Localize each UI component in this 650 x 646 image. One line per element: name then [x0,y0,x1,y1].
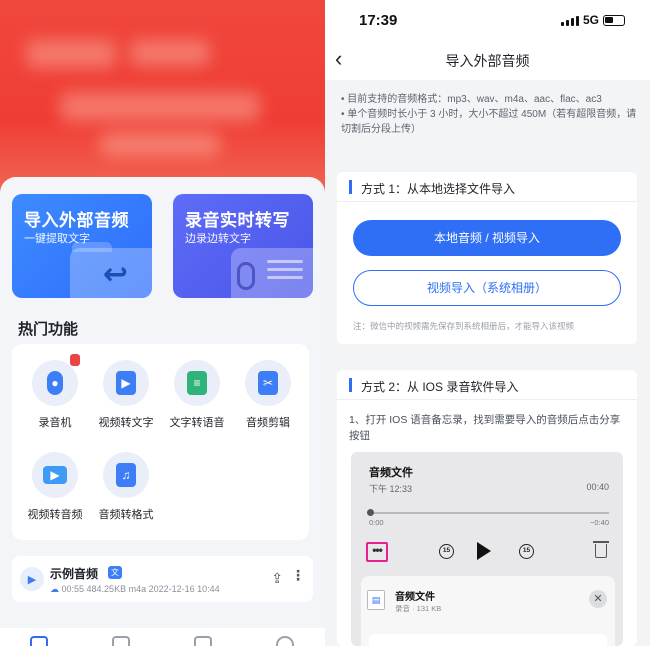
func-label: 音频剪辑 [246,417,290,429]
card-title: 导入外部音频 [24,211,129,230]
bottom-tabbar [0,628,325,646]
profile-tab-icon[interactable] [276,636,294,646]
more-vertical-icon[interactable]: ⋮ [291,568,305,582]
format-notes: • 目前支持的音频格式：mp3、wav、m4a、aac、flac、ac3 • 单… [337,92,637,137]
signal-icon [561,16,579,26]
sample-meta: ☁ 00:55 484.25KB m4a 2022-12-16 10:44 [50,584,220,595]
method2-heading: 方式 2：从 IOS 录音软件导入 [361,380,519,394]
battery-icon [603,15,625,26]
heading-accent [349,180,352,194]
sample-audio-item[interactable]: ▶ 示例音频 文 ☁ 00:55 484.25KB m4a 2022-12-16… [12,556,313,602]
import-audio-card[interactable]: 导入外部音频 一键提取文字 ↩ [12,194,152,298]
method2-header: 方式 2：从 IOS 录音软件导入 [337,370,637,400]
func-text-to-speech[interactable]: ≡ 文字转语音 [161,360,233,430]
album-import-button[interactable]: 视频导入（系统相册） [353,270,621,306]
audio-format-icon: ♫ [103,452,149,498]
elapsed-time: 0:00 [369,518,384,527]
more-highlight-icon: ••• [366,542,388,562]
func-video-to-text[interactable]: ▶ 视频转文字 [90,360,162,430]
left-screen: 导入外部音频 一键提取文字 ↩ 录音实时转写 边录边转文字 热门功能 ● 录音机… [0,0,325,646]
step-1-text: 1、打开 IOS 语音备忘录，找到需要导入的音频后点击分享按钮 [349,414,621,442]
func-recorder[interactable]: ● 录音机 [19,354,91,430]
func-label: 文字转语音 [169,417,225,429]
banner-blur [130,40,210,66]
share-sheet: ▤ 音频文件 录音 · 131 KB ✕ [361,576,615,646]
skip-back-icon: 15 [439,544,454,559]
home-tab-icon[interactable] [30,636,48,646]
play-icon [477,542,491,560]
status-bar: 17:39 5G [325,0,650,44]
hot-functions-title: 热门功能 [18,321,79,338]
share-sheet-row [369,634,607,646]
promo-banner[interactable] [0,0,325,200]
recording-name: 音频文件 [369,467,413,479]
method1-heading: 方式 1：从本地选择文件导入 [361,182,516,196]
card-subtitle: 边录边转文字 [185,233,251,245]
voice-memo-screenshot: 音频文件 下午 12:33 00:40 0:00 −0:40 ••• 15 15… [351,452,623,646]
audio-file-icon: ▤ [367,590,385,610]
banner-blur [26,40,116,68]
banner-blur [100,132,220,156]
method1-panel: 方式 1：从本地选择文件导入 本地音频 / 视频导入 视频导入（系统相册） 注：… [337,172,637,344]
recording-duration: 00:40 [586,482,609,492]
func-label: 视频转音频 [27,509,83,521]
sample-name: 示例音频 [50,567,99,581]
banner-blur [60,92,260,122]
func-audio-cut[interactable]: ✂ 音频剪辑 [232,360,304,430]
status-time: 17:39 [359,12,398,29]
local-import-button[interactable]: 本地音频 / 视频导入 [353,220,621,256]
text-speech-icon: ≡ [174,360,220,406]
mic-icon [237,262,255,290]
text-badge: 文 [108,566,122,579]
shared-file-name: 音频文件 [395,592,435,603]
hot-functions-panel: ● 录音机 ▶ 视频转文字 ≡ 文字转语音 ✂ 音频剪辑 ▶ 视频转音频 ♫ 音… [12,344,309,540]
share-icon[interactable]: ⇪ [271,570,283,587]
text-lines-icon [267,260,303,284]
recording-time: 下午 12:33 [369,484,413,494]
video-text-icon: ▶ [103,360,149,406]
nav-bar: ‹ 导入外部音频 [325,44,650,80]
page-title: 导入外部音频 [445,53,530,69]
func-label: 音频转格式 [98,509,154,521]
trash-icon [593,541,609,558]
heading-accent [349,378,352,392]
folder-tab-icon[interactable] [112,636,130,646]
cloud-icon: ☁ [50,584,59,594]
sample-meta-text: 00:55 484.25KB m4a 2022-12-16 10:44 [61,584,220,594]
audio-cut-icon: ✂ [245,360,291,406]
note-line: • 目前支持的音频格式：mp3、wav、m4a、aac、flac、ac3 [341,94,602,105]
func-audio-format[interactable]: ♫ 音频转格式 [90,452,162,522]
close-icon: ✕ [589,590,607,608]
import-arrow-icon: ↩ [102,258,128,291]
func-video-to-audio[interactable]: ▶ 视频转音频 [19,452,91,522]
skip-forward-icon: 15 [519,544,534,559]
method2-panel: 方式 2：从 IOS 录音软件导入 1、打开 IOS 语音备忘录，找到需要导入的… [337,370,637,646]
right-screen: 17:39 5G ‹ 导入外部音频 • 目前支持的音频格式：mp3、wav、m4… [325,0,650,646]
progress-track [369,512,609,514]
network-label: 5G [583,13,600,27]
note-line: • 单个音频时长小于 3 小时，大小不超过 450M（若有超限音频，请切割后分段… [341,109,637,135]
shared-file-meta: 录音 · 131 KB [395,604,442,613]
remaining-time: −0:40 [590,518,609,527]
func-label: 录音机 [38,417,72,429]
method1-note: 注：微信中的视频需先保存到系统相册后，才能导入该视频 [353,321,575,331]
method1-header: 方式 1：从本地选择文件导入 [337,172,637,202]
video-audio-icon: ▶ [32,452,78,498]
clipboard-tab-icon[interactable] [194,636,212,646]
card-title: 录音实时转写 [185,211,290,230]
func-label: 视频转文字 [98,417,154,429]
play-icon[interactable]: ▶ [20,567,44,591]
new-badge [70,354,80,366]
progress-knob [367,509,374,516]
realtime-record-card[interactable]: 录音实时转写 边录边转文字 [173,194,313,298]
mic-icon: ● [32,354,80,406]
